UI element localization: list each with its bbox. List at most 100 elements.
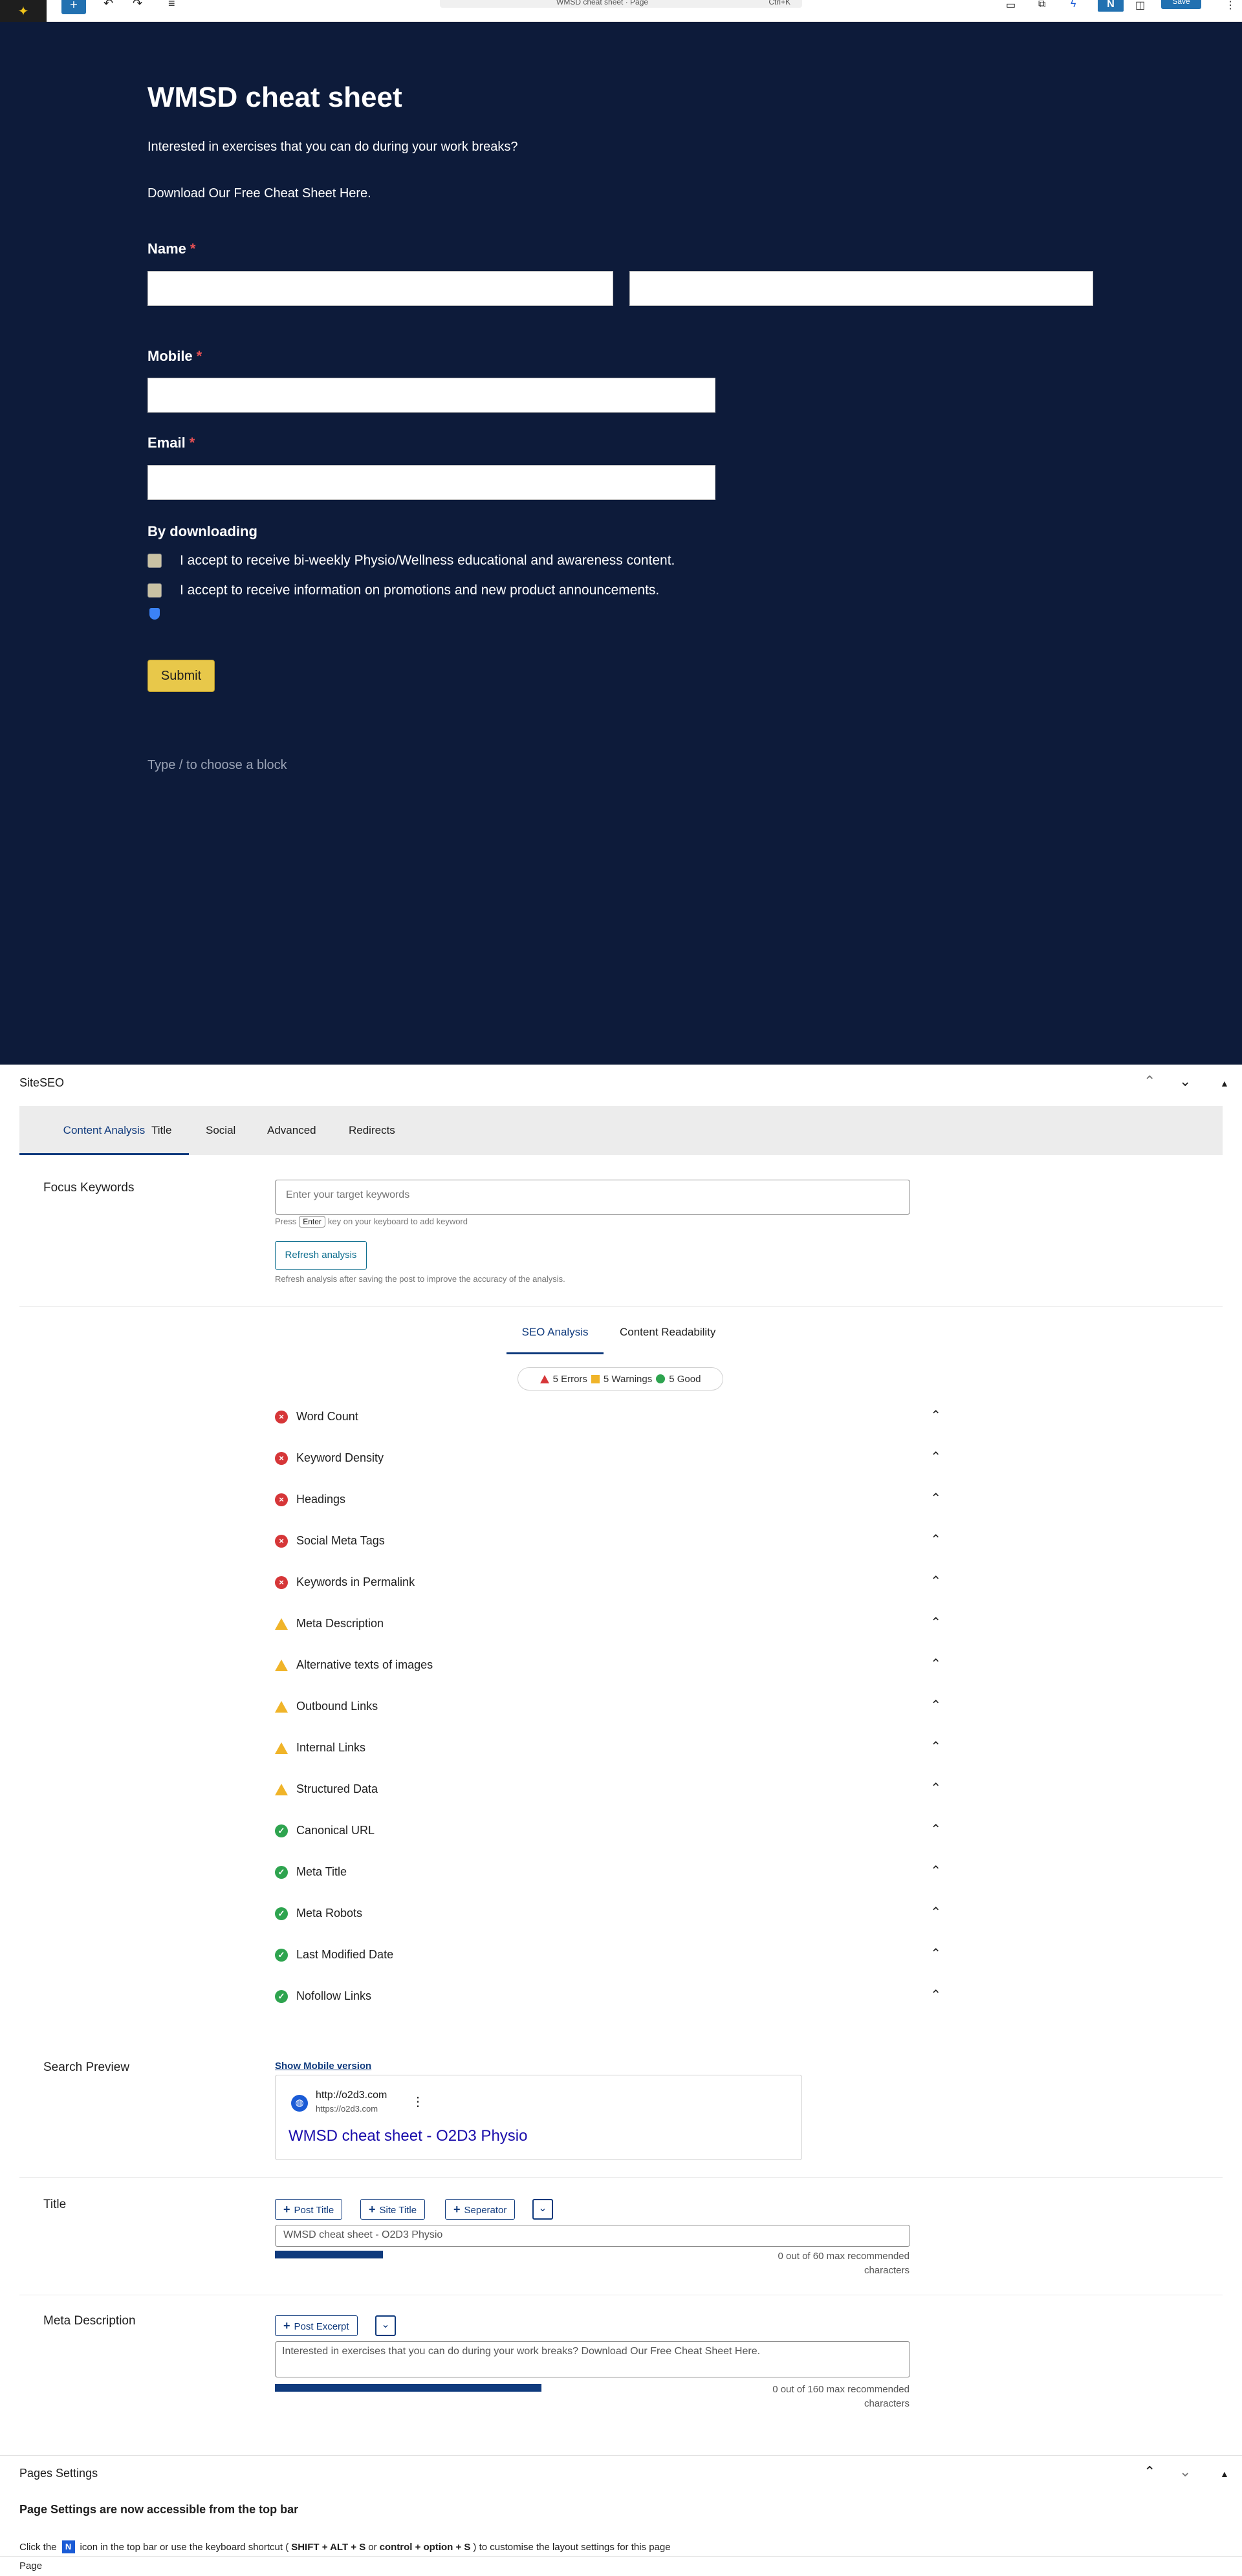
analysis-check-row[interactable]: ✓ Meta Title ⌃ [275, 1852, 974, 1894]
error-icon: × [275, 1411, 288, 1423]
chevron-up-icon[interactable]: ⌃ [930, 1656, 941, 1672]
analysis-check-label: Alternative texts of images [296, 1658, 433, 1671]
intro-paragraph[interactable]: Interested in exercises that you can do … [147, 140, 518, 155]
tab-social[interactable]: Social [206, 1106, 235, 1155]
view-icon[interactable]: ▭ [1006, 0, 1016, 12]
collapse-panel-icon[interactable]: ▲ [1220, 2469, 1229, 2479]
analysis-check-row[interactable]: × Word Count ⌃ [275, 1397, 974, 1438]
show-mobile-version-link[interactable]: Show Mobile version [275, 2061, 371, 2072]
chevron-up-icon[interactable]: ⌃ [930, 1532, 941, 1548]
chevron-up-icon[interactable]: ⌃ [930, 1697, 941, 1713]
chevron-up-icon[interactable]: ⌃ [930, 1449, 941, 1465]
analysis-check-row[interactable]: ✓ Canonical URL ⌃ [275, 1811, 974, 1852]
consent-promotions-checkbox[interactable] [147, 583, 162, 598]
breadcrumb-page[interactable]: Page [19, 2560, 42, 2571]
keywords-input[interactable]: Enter your target keywords [275, 1180, 910, 1215]
command-shortcut: Ctrl+K [768, 0, 790, 6]
check-circle-icon: ✓ [275, 1866, 288, 1879]
page-settings-n-button[interactable]: N [1098, 0, 1124, 12]
consent-educational-checkbox[interactable] [147, 554, 162, 568]
site-logo[interactable]: ✦ [0, 0, 47, 22]
chevron-up-icon[interactable]: ⌃ [930, 1407, 941, 1423]
chevron-up-icon[interactable]: ⌃ [930, 1573, 941, 1589]
redo-icon[interactable]: ↷ [133, 0, 142, 9]
plus-icon: + [283, 2319, 290, 2332]
page-heading[interactable]: WMSD cheat sheet [147, 81, 402, 114]
editor-canvas: WMSD cheat sheet Interested in exercises… [0, 22, 1242, 1065]
analysis-check-label: Social Meta Tags [296, 1534, 385, 1547]
meta-description-input[interactable]: Interested in exercises that you can do … [275, 2341, 910, 2377]
analysis-check-row[interactable]: Outbound Links ⌃ [275, 1687, 974, 1728]
chevron-up-icon[interactable]: ⌃ [930, 1945, 941, 1962]
tab-redirects[interactable]: Redirects [349, 1106, 395, 1155]
chevron-up-icon[interactable]: ⌃ [930, 1780, 941, 1796]
chevron-up-icon[interactable]: ⌃ [930, 1863, 941, 1879]
last-name-input[interactable] [629, 271, 1093, 306]
check-circle-icon: ✓ [275, 1949, 288, 1962]
move-down-icon[interactable]: ⌄ [1179, 2463, 1191, 2480]
download-paragraph[interactable]: Download Our Free Cheat Sheet Here. [147, 186, 371, 201]
move-up-icon[interactable]: ⌃ [1144, 2463, 1155, 2480]
block-placeholder[interactable]: Type / to choose a block [147, 758, 287, 773]
move-down-icon[interactable]: ⌄ [1179, 1073, 1191, 1090]
analysis-check-row[interactable]: ✓ Last Modified Date ⌃ [275, 1935, 974, 1976]
analysis-check-row[interactable]: Structured Data ⌃ [275, 1770, 974, 1811]
chevron-up-icon[interactable]: ⌃ [930, 1987, 941, 2003]
settings-panel-icon[interactable]: ◫ [1135, 0, 1145, 12]
analysis-check-label: Last Modified Date [296, 1948, 394, 1961]
chevron-up-icon[interactable]: ⌃ [930, 1614, 941, 1630]
analysis-check-row[interactable]: × Keywords in Permalink ⌃ [275, 1563, 974, 1604]
title-input[interactable]: WMSD cheat sheet - O2D3 Physio [275, 2225, 910, 2247]
chevron-up-icon[interactable]: ⌃ [930, 1904, 941, 1920]
tab-title[interactable]: Title [151, 1106, 172, 1155]
analysis-check-row[interactable]: Meta Description ⌃ [275, 1604, 974, 1645]
submit-button[interactable]: Submit [147, 660, 215, 692]
site-title-chip[interactable]: + Site Title [360, 2199, 426, 2220]
title-variables-dropdown[interactable]: ⌄ [532, 2199, 553, 2220]
separator-chip[interactable]: + Seperator [445, 2199, 516, 2220]
tab-advanced[interactable]: Advanced [267, 1106, 316, 1155]
siteseo-panel-header[interactable]: SiteSEO ⌃ ⌄ ▲ [0, 1065, 1242, 1101]
preview-icon[interactable]: ⧉ [1038, 0, 1045, 10]
more-options-icon[interactable]: ⋮ [1225, 0, 1236, 12]
preview-url: https://o2d3.com [316, 2104, 378, 2114]
error-icon: × [275, 1493, 288, 1506]
analysis-check-row[interactable]: Alternative texts of images ⌃ [275, 1645, 974, 1687]
chevron-up-icon[interactable]: ⌃ [930, 1821, 941, 1837]
pages-settings-text: Click the N icon in the top bar or use t… [19, 2540, 671, 2553]
preview-title: WMSD cheat sheet - O2D3 Physio [289, 2127, 528, 2145]
undo-icon[interactable]: ↶ [104, 0, 113, 9]
consent-promotions-row[interactable]: I accept to receive information on promo… [147, 583, 659, 598]
analysis-check-row[interactable]: × Social Meta Tags ⌃ [275, 1521, 974, 1563]
collapse-panel-icon[interactable]: ▲ [1220, 1078, 1229, 1088]
post-title-chip[interactable]: + Post Title [275, 2199, 343, 2220]
plus-icon: + [369, 2203, 376, 2216]
mobile-input[interactable] [147, 378, 715, 413]
first-name-input[interactable] [147, 271, 613, 306]
add-block-button[interactable]: + [61, 0, 86, 14]
pages-settings-heading: Page Settings are now accessible from th… [19, 2503, 299, 2516]
save-button[interactable]: Save [1161, 0, 1201, 9]
post-excerpt-chip[interactable]: + Post Excerpt [275, 2315, 358, 2336]
analysis-check-row[interactable]: × Headings ⌃ [275, 1480, 974, 1521]
warning-icon [275, 1784, 288, 1795]
pages-settings-header[interactable]: Pages Settings ⌃ ⌄ ▲ [0, 2455, 1242, 2491]
move-up-icon[interactable]: ⌃ [1144, 1073, 1155, 1090]
refresh-analysis-button[interactable]: Refresh analysis [275, 1241, 367, 1270]
document-title-bar[interactable]: WMSD cheat sheet · Page Ctrl+K [440, 0, 802, 8]
consent-educational-row[interactable]: I accept to receive bi-weekly Physio/Wel… [147, 553, 675, 568]
chevron-up-icon[interactable]: ⌃ [930, 1738, 941, 1755]
meta-variables-dropdown[interactable]: ⌄ [375, 2315, 396, 2336]
analysis-check-row[interactable]: ✓ Nofollow Links ⌃ [275, 1976, 974, 2018]
subtab-content-readability[interactable]: Content Readability [620, 1310, 715, 1354]
warning-icon [591, 1374, 600, 1383]
analysis-check-row[interactable]: Internal Links ⌃ [275, 1728, 974, 1770]
chevron-up-icon[interactable]: ⌃ [930, 1490, 941, 1506]
analysis-check-row[interactable]: × Keyword Density ⌃ [275, 1438, 974, 1480]
search-preview-label: Search Preview [43, 2061, 130, 2074]
email-input[interactable] [147, 465, 715, 500]
document-overview-icon[interactable]: ≡ [168, 0, 175, 9]
subtab-seo-analysis[interactable]: SEO Analysis [507, 1310, 604, 1354]
siteseo-icon[interactable]: ϟ [1071, 0, 1076, 10]
analysis-check-row[interactable]: ✓ Meta Robots ⌃ [275, 1894, 974, 1935]
